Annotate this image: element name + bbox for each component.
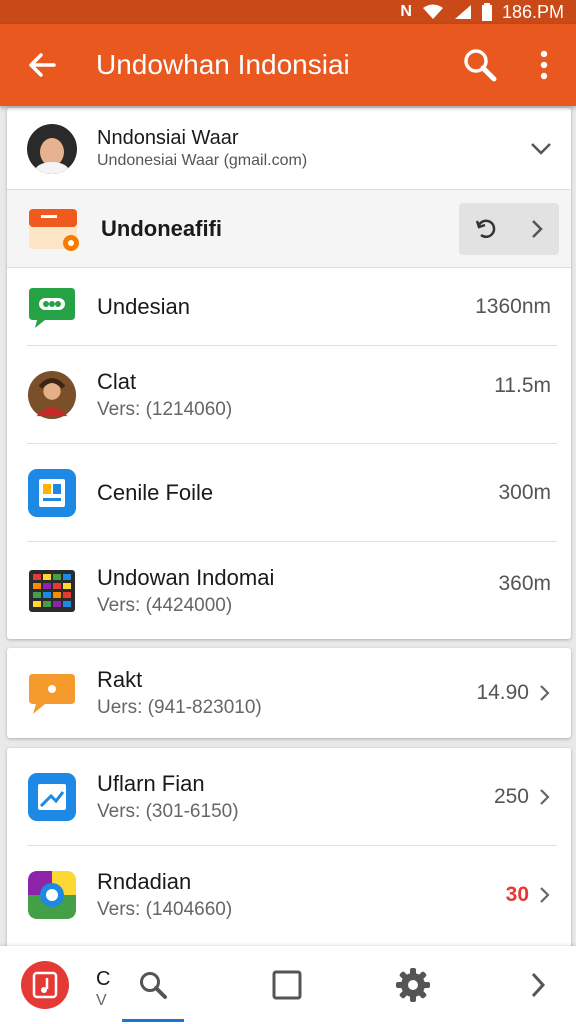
bottom-navigation: C V <box>0 946 576 1024</box>
app-size: 30 <box>505 883 529 906</box>
featured-action-button[interactable] <box>459 202 559 255</box>
list-item[interactable]: Undesian 1360nm <box>7 268 571 346</box>
square-icon <box>272 970 302 1000</box>
list-item[interactable]: Cenile Foile 300m <box>7 444 571 542</box>
chevron-right-icon[interactable] <box>539 788 551 806</box>
chat-bubble-icon <box>27 282 77 332</box>
account-row[interactable]: Nndonsiai Waar Undonesiai Waar (gmail.co… <box>7 108 571 190</box>
back-button[interactable] <box>0 24 84 106</box>
overflow-menu-icon <box>540 50 548 80</box>
app-version: Uers: (941-823010) <box>97 697 262 718</box>
wifi-icon <box>422 4 444 20</box>
app-name: Undesian <box>97 294 190 319</box>
camera-lens-icon <box>27 870 77 920</box>
partial-label: C V <box>96 968 111 1009</box>
page-title: Undowhan Indonsiai <box>96 49 350 80</box>
list-item[interactable]: Undowan Indomai Vers: (4424000) 360m <box>7 542 571 639</box>
search-icon <box>464 49 497 82</box>
nav-forward[interactable] <box>510 946 566 1024</box>
nav-overview[interactable] <box>252 946 322 1024</box>
app-version: Vers: (301-6150) <box>97 801 239 822</box>
app-bar: Undowhan Indonsiai <box>0 24 576 106</box>
app-size: 14.90 <box>476 681 529 704</box>
app-name: Undowan Indomai <box>97 564 275 590</box>
list-item[interactable]: Rakt Uers: (941-823010) 14.90 <box>7 648 571 738</box>
gallery-icon <box>27 772 77 822</box>
refresh-icon <box>475 219 495 238</box>
back-arrow-icon <box>29 53 56 77</box>
chevron-right-icon[interactable] <box>539 886 551 904</box>
avatar <box>27 123 77 174</box>
list-item[interactable]: Rndadian Vers: (1404660) 30 <box>7 846 571 944</box>
app-name: Rakt <box>97 667 143 692</box>
chevron-right-icon[interactable] <box>539 684 551 702</box>
app-list-card-2: Rakt Uers: (941-823010) 14.90 <box>7 648 571 738</box>
app-size: 360m <box>498 572 551 595</box>
list-item[interactable]: Uflarn Fian Vers: (301-6150) 250 <box>7 748 571 846</box>
app-name: Rndadian <box>97 869 192 894</box>
app-size: 250 <box>493 785 529 808</box>
app-size: 1360nm <box>475 295 551 318</box>
music-icon <box>21 961 69 1009</box>
settings-gear-icon <box>396 968 430 1002</box>
nav-search[interactable] <box>118 946 188 1024</box>
account-subtitle: Undonesiai Waar (gmail.com) <box>97 152 308 169</box>
music-app-button[interactable] <box>0 946 90 1024</box>
expand-button[interactable] <box>511 142 571 156</box>
app-list-card-1: Nndonsiai Waar Undonesiai Waar (gmail.co… <box>7 108 571 639</box>
chevron-right-icon <box>531 219 543 238</box>
store-bag-icon <box>29 208 79 251</box>
message-icon <box>27 668 77 718</box>
chevron-right-icon <box>531 972 546 998</box>
app-version: Vers: (4424000) <box>97 594 233 616</box>
battery-icon <box>481 3 492 21</box>
featured-row[interactable]: Undoneafifi <box>7 190 571 268</box>
app-name: Uflarn Fian <box>97 771 205 796</box>
account-name: Nndonsiai Waar <box>97 127 239 149</box>
status-time: 186.PM <box>501 1 564 22</box>
search-icon <box>140 972 167 999</box>
app-name: Cenile Foile <box>97 480 214 505</box>
search-button[interactable] <box>448 24 512 106</box>
app-list-card-3: Uflarn Fian Vers: (301-6150) 250 Rndadia… <box>7 748 571 958</box>
photo-avatar-icon <box>27 370 77 420</box>
app-version: Vers: (1214060) <box>97 399 233 420</box>
featured-label: Undoneafifi <box>101 215 222 241</box>
file-manager-icon <box>27 468 77 518</box>
status-bar: N 186.PM <box>0 0 576 24</box>
app-size: 300m <box>498 481 551 504</box>
app-version: Vers: (1404660) <box>97 899 233 920</box>
app-size: 11.5m <box>494 374 551 397</box>
game-grid-icon <box>27 566 77 616</box>
overflow-menu-button[interactable] <box>512 24 576 106</box>
nav-settings[interactable] <box>378 946 448 1024</box>
signal-icon <box>454 4 472 20</box>
chevron-down-icon <box>531 142 551 155</box>
app-name: Clat <box>97 369 137 394</box>
list-item[interactable]: Clat Vers: (1214060) 11.5m <box>7 346 571 444</box>
n-icon: N <box>400 3 412 20</box>
